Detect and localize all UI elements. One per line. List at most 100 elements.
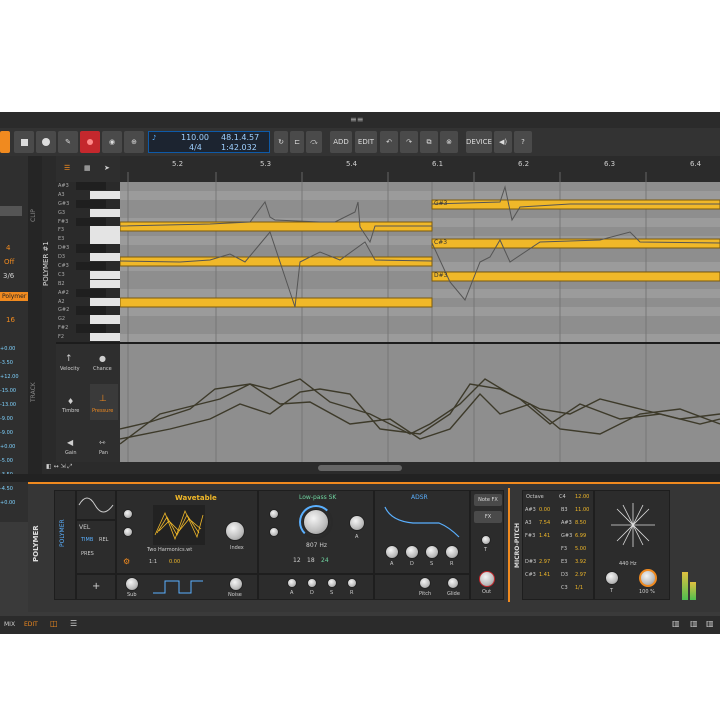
inspector-value[interactable]: 3/6 <box>3 272 14 280</box>
mod-source-icon[interactable]: ⚙ <box>123 557 130 566</box>
expression-pressure[interactable]: Pressure <box>92 408 113 414</box>
glide-knob[interactable] <box>447 577 459 589</box>
piano-key[interactable] <box>76 244 106 253</box>
attack-knob[interactable] <box>385 545 399 559</box>
piano-key[interactable] <box>76 199 106 209</box>
piano-key[interactable] <box>76 306 106 315</box>
track-param-value[interactable]: -4.50 <box>0 486 13 492</box>
index-knob[interactable] <box>225 521 245 541</box>
track-param-value[interactable]: -15.00 <box>0 388 16 394</box>
mix-knob[interactable] <box>639 569 657 587</box>
micropitch-cell[interactable]: C#3 <box>525 572 536 578</box>
delete-button[interactable]: ⊗ <box>440 131 458 153</box>
inspector-preset[interactable]: Polymer <box>0 292 29 301</box>
filter-mod-knob[interactable] <box>269 509 279 519</box>
pitch-knob[interactable] <box>419 577 431 589</box>
expression-chance[interactable]: Chance <box>93 366 112 372</box>
output-knob[interactable] <box>479 571 495 587</box>
arm-record-button[interactable] <box>80 131 100 153</box>
view-tool-icons[interactable]: ◧ ↔ ⇲ ⤢ <box>46 463 72 471</box>
slope-12[interactable]: 12 <box>293 557 301 564</box>
undo-button[interactable]: ↶ <box>380 131 398 153</box>
osc-title[interactable]: Wavetable <box>175 494 217 502</box>
micropitch-cell[interactable]: 0.00 <box>539 507 550 513</box>
micropitch-cell[interactable]: F3 <box>561 546 567 552</box>
fx-button[interactable]: FX <box>474 511 502 523</box>
follow-button[interactable]: ⤼ <box>306 131 322 153</box>
piano-key[interactable] <box>90 315 120 324</box>
piano-key[interactable] <box>76 262 106 271</box>
play-button[interactable] <box>0 131 10 153</box>
micropitch-cell[interactable]: 2.97 <box>575 572 586 578</box>
micropitch-cell[interactable]: 1.41 <box>539 572 550 578</box>
edit-tab[interactable]: EDIT <box>24 621 38 628</box>
punch-button[interactable]: ⊏ <box>290 131 304 153</box>
loop-button[interactable]: ↻ <box>274 131 288 153</box>
transport-display[interactable]: ♪ 110.00 4/4 48.1.4.57 1:42.032 <box>148 131 270 153</box>
launcher-button[interactable]: ⊕ <box>124 131 144 153</box>
track-param-value[interactable]: +12.00 <box>0 374 19 380</box>
layout-icon[interactable]: ☰ <box>70 619 77 628</box>
piano-key[interactable] <box>90 270 120 280</box>
edit-button[interactable]: EDIT <box>355 131 377 153</box>
track-param-value[interactable]: +0.00 <box>0 346 15 352</box>
piano-key[interactable] <box>90 235 120 244</box>
t-knob[interactable] <box>481 535 491 545</box>
sub-knob[interactable] <box>125 577 139 591</box>
timeline-ruler[interactable]: 5.2 5.3 5.4 6.1 6.2 6.3 6.4 <box>120 156 720 182</box>
micropitch-cell[interactable]: 1/1 <box>575 585 583 591</box>
micropitch-cell[interactable]: D#3 <box>525 559 536 565</box>
meter-icon[interactable]: ▥ <box>706 619 714 628</box>
piano-key[interactable] <box>90 279 120 289</box>
tuning-t-knob[interactable] <box>605 571 619 585</box>
piano-key[interactable] <box>90 208 120 217</box>
inspector-value[interactable]: 16 <box>6 316 15 324</box>
sustain-knob[interactable] <box>425 545 439 559</box>
panel-toggle-icon[interactable]: ◫ <box>50 619 58 628</box>
expr-rel[interactable]: PRES <box>81 551 94 557</box>
add-modulator-slot[interactable]: + <box>76 574 116 600</box>
micropitch-cell[interactable]: D3 <box>561 572 568 578</box>
piano-key[interactable] <box>76 182 106 191</box>
track-param-value[interactable]: -9.00 <box>0 416 13 422</box>
micropitch-cell[interactable]: 5.00 <box>575 546 586 552</box>
note-grid[interactable]: G#3 C#3 D#3 <box>119 182 720 343</box>
stop-button[interactable] <box>14 131 34 153</box>
slope-24[interactable]: 24 <box>321 557 329 564</box>
piano-roll-keyboard[interactable]: A#3 A3 G#3 G3 F#3 F3 E3 D#3 D3 C#3 C3 B2 A#2 A2 G#2 G2 F… <box>56 182 120 342</box>
octave-note[interactable]: C4 <box>559 494 566 500</box>
add-button[interactable]: ADD <box>330 131 352 153</box>
env2-a-knob[interactable] <box>287 578 297 588</box>
piano-key[interactable] <box>76 324 106 333</box>
micropitch-cell[interactable]: 2.97 <box>539 559 550 565</box>
scrollbar-thumb[interactable] <box>318 465 402 471</box>
micropitch-cell[interactable]: 1.41 <box>539 533 550 539</box>
expression-lane[interactable] <box>119 344 720 462</box>
piano-key[interactable] <box>90 253 120 262</box>
micropitch-cell[interactable]: C3 <box>561 585 568 591</box>
track-param-value[interactable]: -13.00 <box>0 402 16 408</box>
time-signature[interactable]: 4/4 <box>189 143 202 152</box>
release-knob[interactable] <box>445 545 459 559</box>
micropitch-cell[interactable]: A3 <box>525 520 532 526</box>
env2-s-knob[interactable] <box>327 578 337 588</box>
micropitch-cell[interactable]: 3.92 <box>575 559 586 565</box>
expr-timb[interactable]: REL <box>99 537 108 543</box>
osc-ratio[interactable]: 1:1 <box>149 559 157 565</box>
copy-button[interactable]: ⧉ <box>420 131 438 153</box>
help-button[interactable]: ? <box>514 131 532 153</box>
piano-key[interactable] <box>90 226 120 235</box>
micropitch-cell[interactable]: G#3 <box>561 533 572 539</box>
micropitch-cell[interactable]: 6.99 <box>575 533 586 539</box>
micropitch-cell[interactable]: A#3 <box>561 520 572 526</box>
meter-icon[interactable]: ▥ <box>672 619 680 628</box>
micropitch-cell[interactable]: 8.50 <box>575 520 586 526</box>
micropitch-cell[interactable]: E3 <box>561 559 567 565</box>
micropitch-cell[interactable]: 11.00 <box>575 507 589 513</box>
micropitch-cell[interactable]: F#3 <box>525 533 535 539</box>
note-fx-button[interactable]: Note FX <box>474 494 502 506</box>
track-param-value[interactable]: -9.00 <box>0 430 13 436</box>
piano-key[interactable] <box>76 217 106 226</box>
track-param-value[interactable]: -5.00 <box>0 458 13 464</box>
env2-r-knob[interactable] <box>347 578 357 588</box>
